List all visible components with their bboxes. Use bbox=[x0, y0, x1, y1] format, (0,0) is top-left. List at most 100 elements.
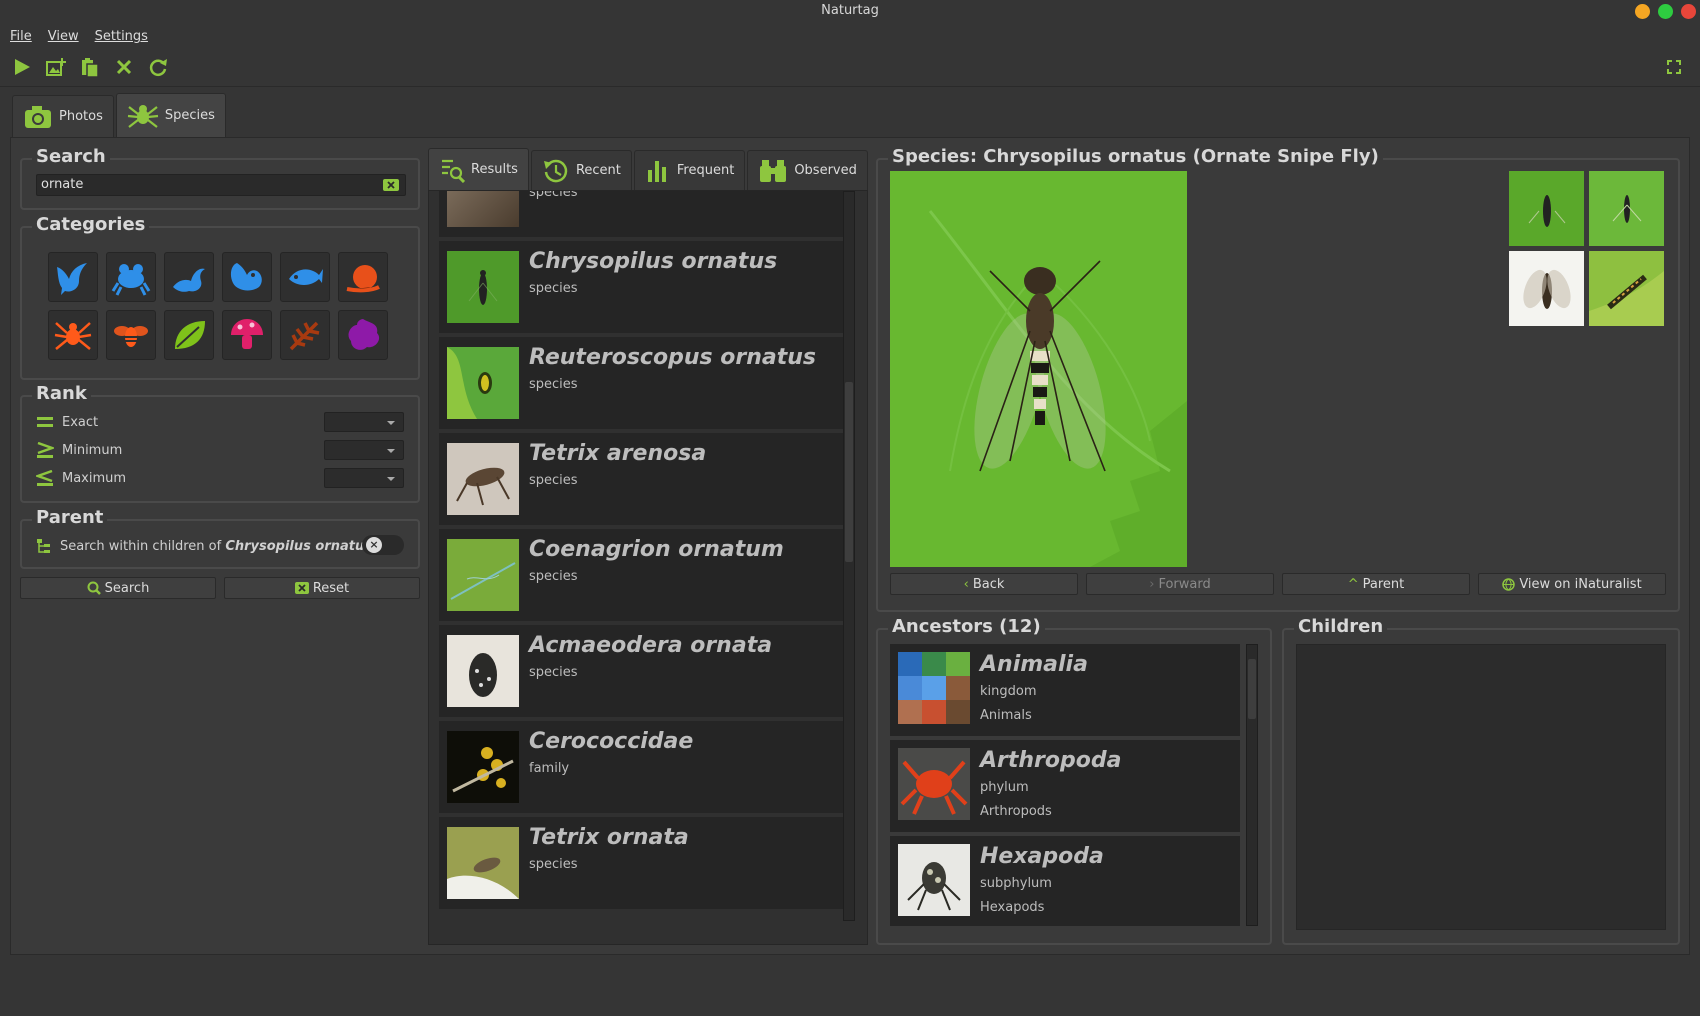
forward-button[interactable]: › Forward bbox=[1086, 573, 1274, 595]
fullscreen-icon[interactable] bbox=[1662, 55, 1686, 79]
result-item[interactable]: Tetrix ornata species bbox=[439, 817, 843, 909]
refresh-icon[interactable] bbox=[146, 55, 170, 79]
maximize-button[interactable] bbox=[1658, 4, 1673, 19]
tab-species[interactable]: Species bbox=[115, 93, 226, 137]
ancestor-rank: phylum bbox=[980, 780, 1029, 795]
leaf-icon bbox=[175, 321, 205, 349]
rank-maximum-select[interactable] bbox=[324, 468, 404, 488]
search-button[interactable]: Search bbox=[20, 577, 216, 599]
parent-label-prefix: Search within children of bbox=[60, 538, 226, 554]
menu-file[interactable]: File bbox=[10, 26, 32, 48]
chevron-up-icon: ^ bbox=[1347, 576, 1359, 592]
play-icon[interactable] bbox=[10, 55, 34, 79]
tree-icon bbox=[37, 539, 50, 553]
window-controls bbox=[1635, 4, 1696, 19]
tab-results-label: Results bbox=[471, 162, 518, 177]
ancestor-item[interactable]: Hexapoda subphylum Hexapods bbox=[890, 836, 1240, 926]
category-arachnids-button[interactable] bbox=[48, 310, 98, 360]
category-amphibians-button[interactable] bbox=[106, 252, 156, 302]
frog-icon bbox=[111, 264, 151, 296]
ancestor-name: Hexapoda bbox=[980, 844, 1104, 869]
result-item[interactable]: Reuteroscopus ornatus species bbox=[439, 337, 843, 429]
tab-photos[interactable]: Photos bbox=[12, 95, 114, 137]
mushroom-icon bbox=[231, 319, 263, 349]
tab-observed[interactable]: Observed bbox=[747, 150, 868, 190]
rank-maximum-row: Maximum bbox=[36, 467, 126, 489]
menu-view[interactable]: View bbox=[48, 26, 79, 48]
parent-taxon: Chrysopilus ornatus bbox=[225, 538, 372, 554]
result-thumbnail bbox=[447, 251, 519, 323]
rank-minimum-select[interactable] bbox=[324, 440, 404, 460]
category-plants-button[interactable] bbox=[164, 310, 214, 360]
minimize-button[interactable] bbox=[1635, 4, 1650, 19]
equals-icon bbox=[37, 417, 53, 427]
species-thumbnail[interactable] bbox=[1589, 171, 1664, 246]
parent-button[interactable]: ^ Parent bbox=[1282, 573, 1470, 595]
tab-recent[interactable]: Recent bbox=[530, 150, 632, 190]
view-on-inaturalist-button[interactable]: View on iNaturalist bbox=[1478, 573, 1666, 595]
back-button-label: Back bbox=[972, 576, 1005, 592]
fish-icon bbox=[289, 269, 323, 285]
close-button[interactable] bbox=[1681, 4, 1696, 19]
category-reptiles-button[interactable] bbox=[164, 252, 214, 302]
category-chromista-button[interactable] bbox=[338, 310, 388, 360]
result-item[interactable]: species bbox=[439, 191, 843, 237]
category-fish-button[interactable] bbox=[280, 252, 330, 302]
add-image-icon[interactable] bbox=[44, 55, 68, 79]
results-scroll-thumb[interactable] bbox=[845, 382, 853, 562]
species-thumbnail[interactable] bbox=[1509, 251, 1584, 326]
rank-group: Rank Exact Minimum Maximum bbox=[20, 383, 420, 503]
back-button[interactable]: ‹ Back bbox=[890, 573, 1078, 595]
tab-frequent[interactable]: Frequent bbox=[633, 150, 746, 190]
ancestor-common-name: Animals bbox=[980, 708, 1032, 723]
result-item[interactable]: Coenagrion ornatum species bbox=[439, 529, 843, 621]
ancestor-item[interactable]: Animalia kingdom Animals bbox=[890, 644, 1240, 736]
search-group: Search ornate bbox=[20, 146, 420, 210]
search-button-label: Search bbox=[104, 580, 150, 596]
ancestors-scrollbar[interactable] bbox=[1246, 644, 1258, 926]
result-thumbnail bbox=[447, 539, 519, 611]
category-insects-button[interactable] bbox=[106, 310, 156, 360]
search-input[interactable]: ornate bbox=[36, 174, 406, 196]
species-title: Species: Chrysopilus ornatus (Ornate Sni… bbox=[888, 146, 1383, 167]
species-thumbnail[interactable] bbox=[1589, 251, 1664, 326]
ancestors-scroll-thumb[interactable] bbox=[1248, 659, 1256, 719]
species-photo[interactable] bbox=[890, 171, 1187, 567]
result-name: Tetrix arenosa bbox=[529, 441, 707, 466]
mammal-icon bbox=[230, 263, 262, 291]
birds-icon bbox=[57, 263, 87, 295]
rank-maximum-label: Maximum bbox=[62, 470, 127, 486]
chevron-left-icon: ‹ bbox=[963, 576, 969, 592]
ancestor-common-name: Hexapods bbox=[980, 900, 1045, 915]
category-mollusks-button[interactable] bbox=[338, 252, 388, 302]
reset-button-label: Reset bbox=[312, 580, 350, 596]
tab-photos-label: Photos bbox=[59, 109, 103, 124]
result-name: Coenagrion ornatum bbox=[529, 537, 784, 562]
category-fungi-button[interactable] bbox=[222, 310, 272, 360]
tab-results[interactable]: Results bbox=[428, 148, 529, 190]
category-protozoa-button[interactable] bbox=[280, 310, 330, 360]
paste-icon[interactable] bbox=[78, 55, 102, 79]
result-thumbnail bbox=[447, 443, 519, 515]
ancestors-list: Animalia kingdom Animals Arthropoda phyl… bbox=[890, 644, 1240, 926]
menu-settings[interactable]: Settings bbox=[95, 26, 148, 48]
globe-icon bbox=[1502, 577, 1516, 591]
reset-button[interactable]: Reset bbox=[224, 577, 420, 599]
clear-icon[interactable] bbox=[112, 55, 136, 79]
result-item[interactable]: Chrysopilus ornatus species bbox=[439, 241, 843, 333]
category-birds-button[interactable] bbox=[48, 252, 98, 302]
ancestor-name: Animalia bbox=[980, 652, 1088, 677]
result-name: Acmaeodera ornata bbox=[529, 633, 773, 658]
species-thumbnail[interactable] bbox=[1509, 171, 1584, 246]
parent-toggle[interactable]: × bbox=[362, 535, 404, 555]
category-grid bbox=[48, 252, 388, 360]
clear-search-icon[interactable] bbox=[383, 179, 399, 191]
category-mammals-button[interactable] bbox=[222, 252, 272, 302]
ancestor-item[interactable]: Arthropoda phylum Arthropods bbox=[890, 740, 1240, 832]
result-item[interactable]: Acmaeodera ornata species bbox=[439, 625, 843, 717]
result-item[interactable]: Cerococcidae family bbox=[439, 721, 843, 813]
result-item[interactable]: Tetrix arenosa species bbox=[439, 433, 843, 525]
results-scrollbar[interactable] bbox=[843, 191, 855, 921]
rank-exact-select[interactable] bbox=[324, 412, 404, 432]
parent-group: Parent Search within children of Chrysop… bbox=[20, 507, 420, 569]
